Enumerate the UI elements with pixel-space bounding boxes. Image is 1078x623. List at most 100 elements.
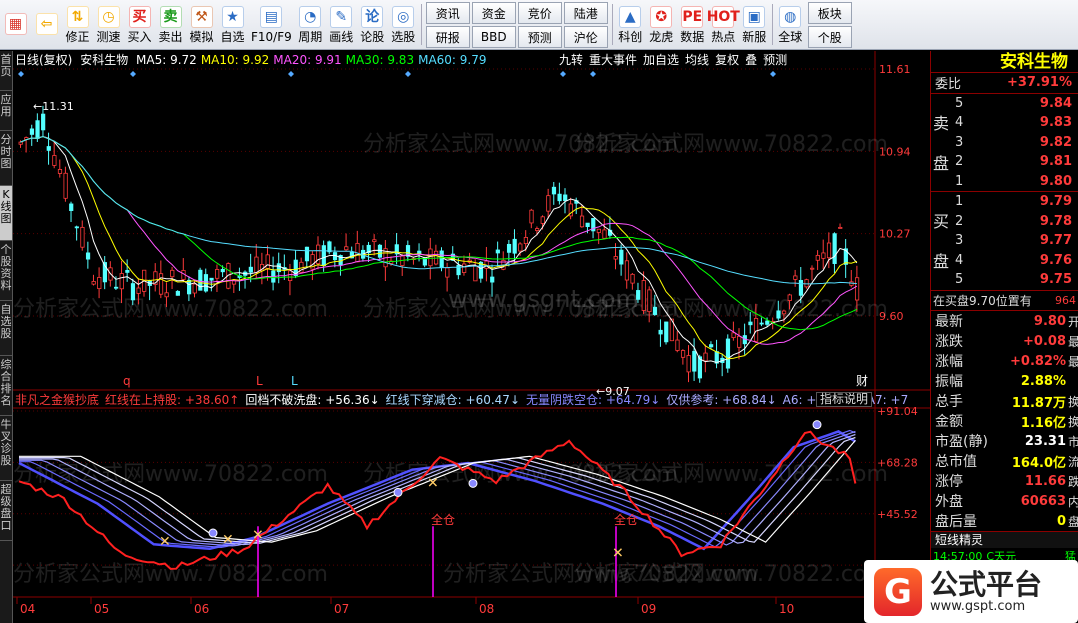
candle-body	[551, 186, 557, 195]
stat-label: 振幅	[935, 374, 963, 390]
period-label[interactable]: 日线(复权)	[15, 53, 72, 67]
f10-icon: ▤	[260, 5, 283, 28]
toolbar-button-label: 论股	[360, 29, 385, 44]
kline-chart-svg[interactable]: 11.6110.9410.279.60+91.04+68.28+45.52+22…	[13, 51, 930, 623]
indicator-value: 回档不破洗盘: +56.36↓	[245, 393, 380, 407]
toolbar-button-F10/F9[interactable]: ▤ F10/F9	[248, 0, 295, 49]
toolbar-grid-button[interactable]: BBD	[471, 26, 516, 48]
toolbar-button-grid-icon[interactable]: ▦	[0, 0, 31, 49]
candle-body	[585, 222, 590, 228]
buy-level-row[interactable]: 5 9.75	[931, 270, 1078, 290]
chart-tool-button[interactable]: 重大事件	[589, 53, 637, 67]
candle-body	[445, 267, 450, 278]
monkey-signal-icon: ✕	[252, 527, 264, 543]
toolbar-button-热点[interactable]: HOT 热点	[707, 0, 740, 49]
left-tab[interactable]: 自选股	[0, 301, 12, 356]
toolbar-button-买入[interactable]: 买买入	[124, 0, 155, 49]
chart-tool-button[interactable]: 加自选	[643, 53, 679, 67]
toolbar-button-back-arrow-icon[interactable]: ⇦	[31, 0, 62, 49]
candle-body	[130, 283, 136, 301]
toolbar-button-新服[interactable]: ▣ 新服	[739, 0, 770, 49]
toolbar-button-模拟[interactable]: ⚒ 模拟	[186, 0, 217, 49]
toolbar-grid-button[interactable]: 竞价	[517, 2, 562, 24]
month-label: 06	[194, 602, 209, 616]
toolbar-grid-button[interactable]: 板块	[807, 2, 852, 24]
toolbar-button-自选[interactable]: ★ 自选	[217, 0, 248, 49]
toolbar-grid-button[interactable]: 资讯	[425, 2, 470, 24]
buy-level-row[interactable]: 1 9.79	[931, 192, 1078, 212]
stat-row: 总市值 164.0亿流	[931, 451, 1078, 471]
stat-value: 2.88%	[1020, 373, 1066, 389]
hot-icon: HOT	[707, 5, 740, 28]
short-line-title[interactable]: 短线精灵	[931, 532, 1078, 548]
kline-chart-area[interactable]: 11.6110.9410.279.60+91.04+68.28+45.52+22…	[13, 51, 930, 623]
left-tab[interactable]: 应用	[0, 91, 12, 131]
candle-body	[518, 243, 523, 252]
toolbar-button-修正[interactable]: ⇅ 修正	[62, 0, 93, 49]
toolbar-grid-button[interactable]: 沪伦	[563, 26, 608, 48]
indicator-explain-button[interactable]: 指标说明	[816, 392, 873, 407]
quote-panel: 安科生物 委比 +37.91% 卖盘 5 9.84 4 9.83 3 9.82 2 9.81 1 9…	[930, 51, 1078, 623]
left-tab[interactable]: 首页	[0, 51, 12, 91]
buy-level-row[interactable]: 3 9.77	[931, 231, 1078, 251]
candle-body	[613, 256, 618, 260]
stat-row: 市盈(静) 23.31 市	[931, 431, 1078, 451]
grid-icon: ▦	[4, 12, 27, 35]
toolbar-button-画线[interactable]: ✎ 画线	[326, 0, 357, 49]
weibi-label: 委比	[935, 77, 962, 93]
toolbar-grid-button[interactable]: 资金	[471, 2, 516, 24]
candle-body	[52, 155, 57, 166]
stat-row: 金额 1.16亿换	[931, 411, 1078, 431]
buy-level-row[interactable]: 2 9.78	[931, 212, 1078, 232]
left-tab[interactable]: K线图	[0, 186, 12, 241]
left-tab[interactable]: 综合排名	[0, 356, 12, 416]
sell-level: 1	[955, 173, 964, 189]
chart-tool-button[interactable]: 叠	[745, 53, 757, 67]
stat-label: 涨跌	[935, 334, 963, 350]
toolbar-button-周期[interactable]: ◔ 周期	[295, 0, 326, 49]
sell-level-row[interactable]: 1 9.80	[931, 172, 1078, 192]
toolbar-button-数据[interactable]: PE 数据	[677, 0, 708, 49]
toolbar-button-全球[interactable]: ◍ 全球	[775, 0, 806, 49]
toolbar-grid-button[interactable]: 个股	[807, 26, 852, 48]
chart-tool-button[interactable]: 复权	[715, 53, 739, 67]
gspt-logo: G 公式平台 www.gspt.com	[864, 560, 1078, 623]
sell-level-row[interactable]: 4 9.83	[931, 113, 1078, 133]
chart-tool-button[interactable]: 均线	[685, 53, 709, 67]
toolbar-button-测速[interactable]: ◷ 测速	[93, 0, 124, 49]
sell-level-row[interactable]: 5 9.84	[931, 94, 1078, 114]
left-tab[interactable]: 牛叉诊股	[0, 416, 12, 481]
toolbar-button-龙虎[interactable]: ✪ 龙虎	[646, 0, 677, 49]
month-label: 10	[779, 602, 794, 616]
toolbar-button-论股[interactable]: 论论股	[357, 0, 388, 49]
toolbar-grid-button[interactable]: 预测	[517, 26, 562, 48]
candle-body	[759, 322, 764, 325]
toolbar-button-科创[interactable]: ▲ 科创	[615, 0, 646, 49]
sell-level-row[interactable]: 3 9.82	[931, 133, 1078, 153]
chart-tool-button[interactable]: 九转	[559, 53, 583, 67]
chart-tool-button[interactable]: 预测	[763, 53, 787, 67]
left-tab[interactable]: 超级盘口	[0, 481, 12, 541]
stat-row: 涨跌 +0.08 最	[931, 331, 1078, 351]
left-tab[interactable]: 个股资料	[0, 241, 12, 301]
buy-info-value: 964	[1055, 293, 1076, 307]
chart-header: 日线(复权) 安科生物 MA5: 9.72 MA10: 9.92 MA20: 9.9…	[15, 52, 495, 68]
toolbar-grid-button[interactable]: 陆港	[563, 2, 608, 24]
candle-body	[529, 209, 534, 224]
left-tab[interactable]: 分时图	[0, 131, 12, 186]
buy-level-row[interactable]: 4 9.76	[931, 251, 1078, 271]
toolbar-button-选股[interactable]: ◎ 选股	[388, 0, 419, 49]
toolbar-button-label: 周期	[298, 29, 323, 44]
stat-extra: 跌	[1068, 474, 1078, 489]
candle-body	[327, 241, 332, 253]
monkey-signal-icon: ✕	[222, 532, 234, 548]
sell-order-book: 卖盘 5 9.84 4 9.83 3 9.82 2 9.81 1 9.80	[931, 94, 1078, 192]
toolbar-grid-button[interactable]: 研报	[425, 26, 470, 48]
sell-level-row[interactable]: 2 9.81	[931, 152, 1078, 172]
candle-body	[776, 310, 781, 319]
candle-body	[63, 172, 68, 199]
watermark: 分析家公式网www.70822.com	[573, 462, 888, 487]
stat-value: 60663	[1020, 493, 1066, 509]
toolbar-button-卖出[interactable]: 卖卖出	[155, 0, 186, 49]
candle-body	[254, 256, 259, 274]
